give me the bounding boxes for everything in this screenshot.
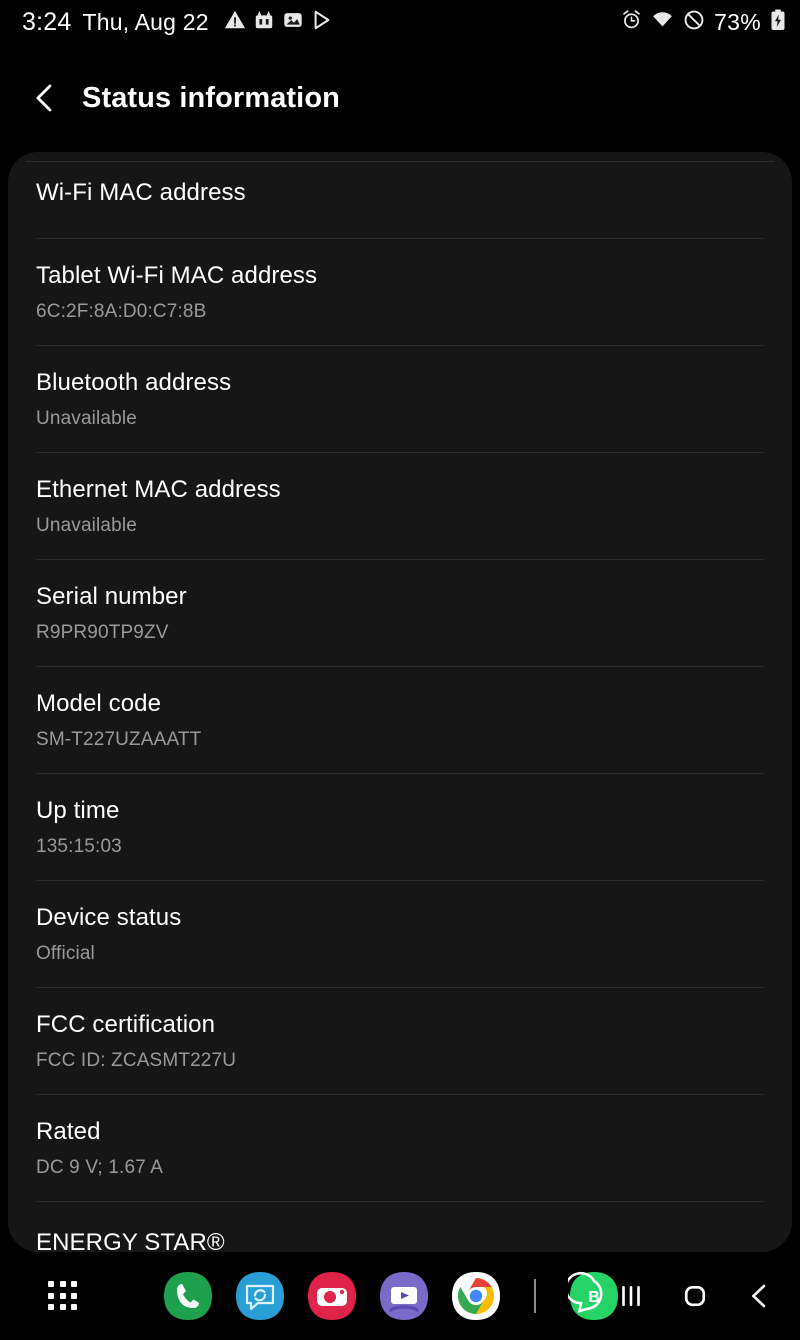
list-item-value: 6C:2F:8A:D0:C7:8B <box>36 301 207 323</box>
list-item-content: FCC certification FCC ID: ZCASMT227U <box>36 988 764 1094</box>
play-store-icon <box>311 9 333 36</box>
list-item-title: Wi-Fi MAC address <box>36 179 246 206</box>
list-rows-container: Wi-Fi MAC address Tablet Wi-Fi MAC addres… <box>8 152 792 1252</box>
list-item-title: Bluetooth address <box>36 369 232 397</box>
list-item[interactable]: Device status Official <box>8 881 792 987</box>
phone-app-icon[interactable] <box>162 1270 214 1322</box>
list-item[interactable]: Serial number R9PR90TP9ZV <box>8 560 792 666</box>
list-item-title: Device status <box>36 903 182 931</box>
drawer-dot <box>48 1281 54 1287</box>
list-item-content: Serial number R9PR90TP9ZV <box>36 560 764 666</box>
list-item-title: Tablet Wi-Fi MAC address <box>36 262 318 290</box>
list-item-value: FCC ID: ZCASMT227U <box>36 1049 237 1071</box>
image-icon <box>282 9 304 36</box>
list-item-content: Bluetooth address Unavailable <box>36 346 764 452</box>
navigation-bar <box>612 1277 778 1315</box>
list-item[interactable]: Model code SM-T227UZAAATT <box>8 667 792 773</box>
list-item-value: R9PR90TP9ZV <box>36 622 169 644</box>
status-bar-left: 3:24 Thu, Aug 22 <box>22 8 333 37</box>
messages-app-icon[interactable] <box>234 1270 286 1322</box>
list-item-title: Up time <box>36 796 120 824</box>
home-button[interactable] <box>676 1277 714 1315</box>
battery-charging-icon <box>770 9 786 36</box>
alarm-icon <box>621 9 642 35</box>
drawer-dot <box>48 1292 54 1299</box>
list-item-title: Model code <box>36 689 162 717</box>
list-item-title: Serial number <box>36 583 187 610</box>
list-item-title: ENERGY STAR® <box>36 1228 225 1252</box>
list-item-title: Rated <box>36 1117 101 1145</box>
taskbar-divider <box>534 1279 536 1313</box>
recents-button[interactable] <box>612 1277 650 1315</box>
list-item-title: FCC certification <box>36 1010 216 1038</box>
list-item[interactable]: FCC certification FCC ID: ZCASMT227U <box>8 988 792 1094</box>
list-item-value: Official <box>36 943 95 964</box>
list-item-content: Up time 135:15:03 <box>36 774 764 880</box>
status-bar-date: Thu, Aug 22 <box>82 8 209 35</box>
drawer-dot <box>71 1304 78 1311</box>
status-information-list: Wi-Fi MAC address Tablet Wi-Fi MAC addres… <box>8 152 792 1252</box>
page-title: Status information <box>82 81 340 114</box>
list-item[interactable]: Bluetooth address Unavailable <box>8 346 792 452</box>
chrome-app-icon[interactable] <box>450 1270 502 1322</box>
list-item-content: Tablet Wi-Fi MAC address 6C:2F:8A:D0:C7:8… <box>36 239 764 345</box>
list-item-value: Unavailable <box>36 408 137 430</box>
list-item-value: SM-T227UZAAATT <box>36 729 202 751</box>
list-item[interactable]: Wi-Fi MAC address <box>8 152 792 238</box>
list-item-value: 135:15:03 <box>36 836 122 858</box>
video-player-app-icon[interactable] <box>378 1270 430 1322</box>
list-item-content: Wi-Fi MAC address <box>36 152 764 238</box>
app-drawer-button[interactable] <box>44 1277 82 1315</box>
drawer-dot <box>71 1281 78 1287</box>
list-item-content: ENERGY STAR® <box>36 1202 764 1252</box>
drawer-dot <box>59 1281 66 1287</box>
list-item-content: Device status Official <box>36 881 764 987</box>
list-item-value: Unavailable <box>36 515 137 537</box>
drawer-dot <box>48 1304 54 1311</box>
list-item[interactable]: Tablet Wi-Fi MAC address 6C:2F:8A:D0:C7:8… <box>8 239 792 345</box>
device-screen: 3:24 Thu, Aug 22 73% Status information … <box>0 0 800 1340</box>
status-bar-right: 73% <box>621 9 786 36</box>
back-button[interactable] <box>740 1277 778 1315</box>
battery-percentage: 73% <box>714 8 761 35</box>
notification-icons <box>224 9 333 36</box>
warning-triangle-icon <box>224 9 246 36</box>
game-app-icon <box>253 9 275 36</box>
taskbar: B <box>0 1252 800 1340</box>
list-item-content: Rated DC 9 V; 1.67 A <box>36 1095 764 1201</box>
back-navigation-icon[interactable] <box>28 81 62 115</box>
list-item[interactable]: Ethernet MAC address Unavailable <box>8 453 792 559</box>
status-bar-clock: 3:24 <box>22 7 72 36</box>
wifi-icon <box>651 9 674 35</box>
list-item-content: Model code SM-T227UZAAATT <box>36 667 764 773</box>
drawer-dot <box>59 1304 66 1311</box>
app-bar: Status information <box>0 44 800 152</box>
list-item-value: DC 9 V; 1.67 A <box>36 1156 164 1178</box>
drawer-dot <box>59 1292 66 1299</box>
list-item-content: Ethernet MAC address Unavailable <box>36 453 764 559</box>
svg-text:B: B <box>588 1289 600 1306</box>
list-item[interactable]: ENERGY STAR® <box>8 1202 792 1252</box>
drawer-dot <box>71 1292 78 1299</box>
do-not-disturb-icon <box>683 9 705 36</box>
taskbar-apps: B <box>162 1270 620 1322</box>
status-bar: 3:24 Thu, Aug 22 73% <box>0 0 800 44</box>
camera-app-icon[interactable] <box>306 1270 358 1322</box>
list-item-title: Ethernet MAC address <box>36 476 281 504</box>
list-item[interactable]: Up time 135:15:03 <box>8 774 792 880</box>
list-item[interactable]: Rated DC 9 V; 1.67 A <box>8 1095 792 1201</box>
